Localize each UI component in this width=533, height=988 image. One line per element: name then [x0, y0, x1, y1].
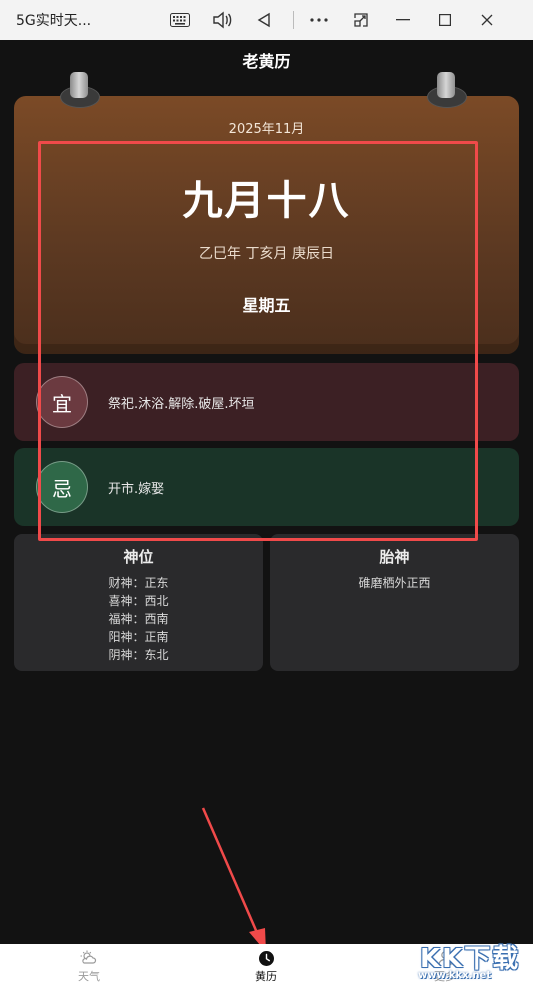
- nav-weather[interactable]: 天气: [49, 948, 129, 984]
- weather-icon: [49, 948, 129, 968]
- annotation-arrow: [201, 807, 266, 952]
- watermark-logo: KK下载 www.kkx.net: [416, 936, 533, 988]
- clock-icon: [226, 948, 306, 968]
- nav-calendar-label: 黄历: [255, 970, 277, 983]
- nav-weather-label: 天气: [78, 970, 100, 983]
- watermark-url: www.kkx.net: [418, 970, 492, 981]
- nav-calendar[interactable]: 黄历: [226, 948, 306, 984]
